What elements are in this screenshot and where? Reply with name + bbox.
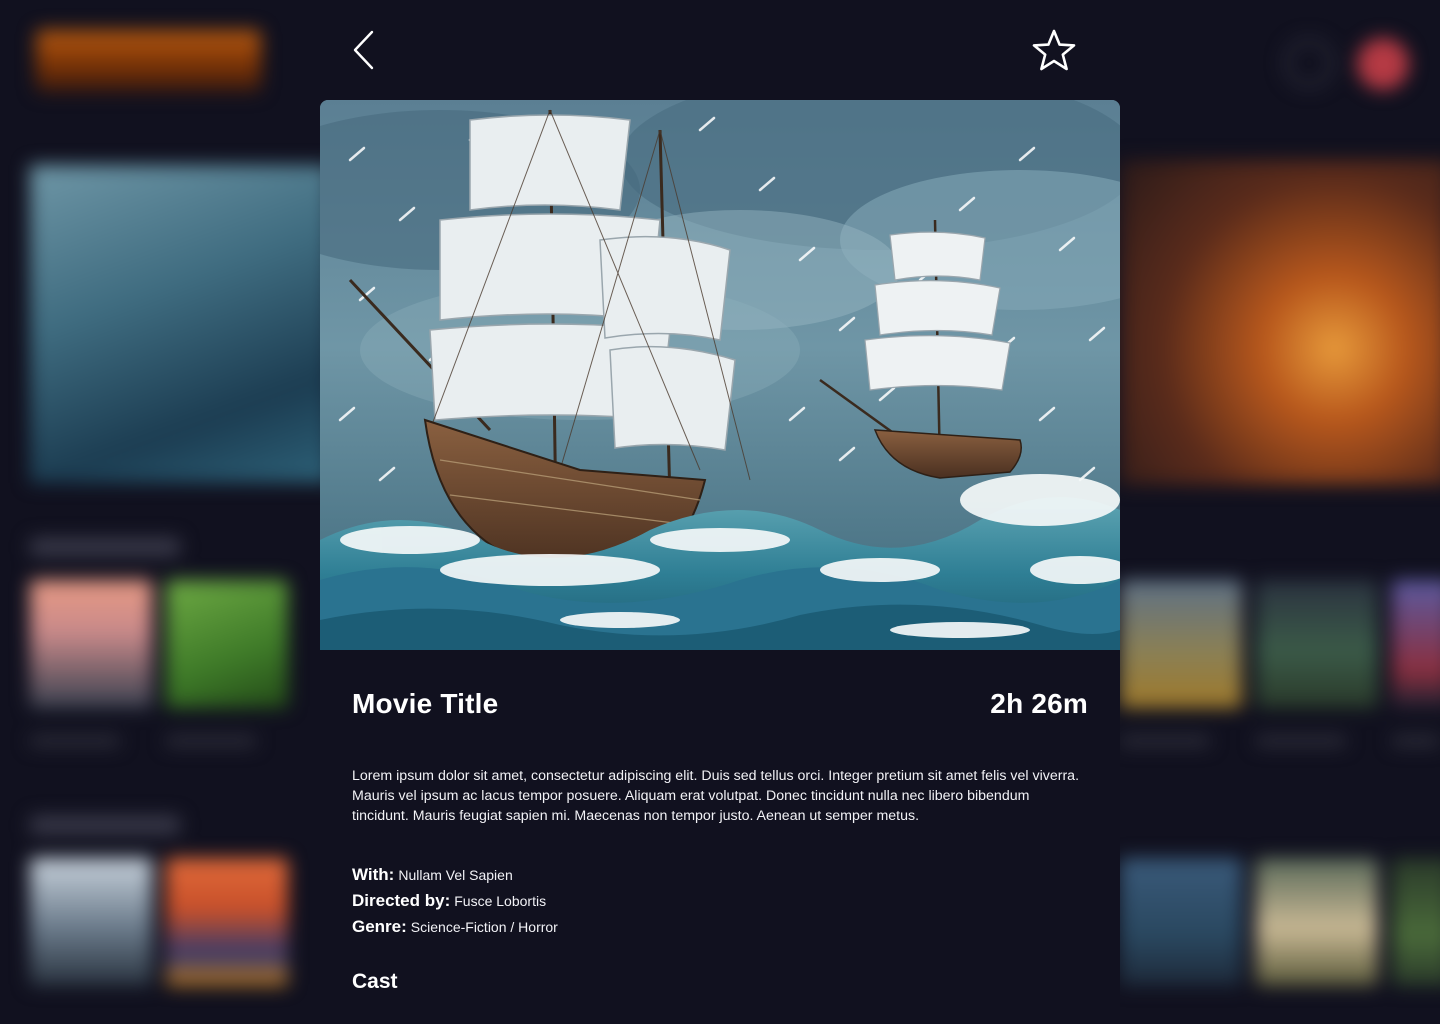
avatar <box>1357 38 1409 90</box>
movie-poster-image <box>320 100 1120 650</box>
movie-info: Movie Title 2h 26m Lorem ipsum dolor sit… <box>320 682 1120 994</box>
movie-tile <box>30 858 152 986</box>
featured-banner-right <box>1120 160 1440 485</box>
tile-caption <box>166 736 256 746</box>
tile-caption <box>1256 736 1346 746</box>
row-heading <box>30 538 180 556</box>
movie-credits: With: Nullam Vel Sapien Directed by: Fusce… <box>352 862 1088 940</box>
search-icon <box>1284 38 1334 88</box>
movie-tile <box>1392 858 1440 986</box>
chevron-left-icon <box>353 30 374 70</box>
credit-director-value: Fusce Lobortis <box>454 893 547 909</box>
movie-tile <box>1256 580 1378 708</box>
favorite-button[interactable] <box>1028 24 1080 76</box>
movie-tile <box>166 580 288 708</box>
movie-tile <box>30 580 152 708</box>
tile-caption <box>1120 736 1210 746</box>
movie-runtime: 2h 26m <box>990 688 1088 719</box>
tile-caption <box>30 736 120 746</box>
featured-banner-left <box>30 165 330 483</box>
modal-topbar <box>320 0 1120 100</box>
credit-with-label: With: <box>352 865 395 884</box>
movie-description: Lorem ipsum dolor sit amet, consectetur … <box>352 768 1080 824</box>
credit-director-label: Directed by: <box>352 891 451 910</box>
credit-genre-label: Genre: <box>352 917 407 936</box>
credit-director: Directed by: Fusce Lobortis <box>352 888 1088 914</box>
cast-heading: Cast <box>352 970 398 993</box>
movie-tile <box>166 858 288 986</box>
movie-detail-modal: Movie Title 2h 26m Lorem ipsum dolor sit… <box>320 0 1120 1024</box>
app-screen: Movie Title 2h 26m Lorem ipsum dolor sit… <box>0 0 1440 1024</box>
movie-tile <box>1256 858 1378 986</box>
brand-logo <box>36 30 261 92</box>
movie-title: Movie Title <box>352 688 499 719</box>
movie-tile <box>1392 580 1440 708</box>
back-button[interactable] <box>342 22 386 78</box>
credit-with-value: Nullam Vel Sapien <box>398 867 513 883</box>
row-heading <box>30 816 180 834</box>
movie-tile <box>1120 580 1242 708</box>
credit-with: With: Nullam Vel Sapien <box>352 862 1088 888</box>
credit-genre-value: Science-Fiction / Horror <box>410 919 558 935</box>
credit-genre: Genre: Science-Fiction / Horror <box>352 914 1088 940</box>
star-outline-icon <box>1032 29 1076 71</box>
tile-caption <box>1392 736 1440 746</box>
movie-tile <box>1120 858 1242 986</box>
title-row: Movie Title 2h 26m <box>352 682 1088 726</box>
